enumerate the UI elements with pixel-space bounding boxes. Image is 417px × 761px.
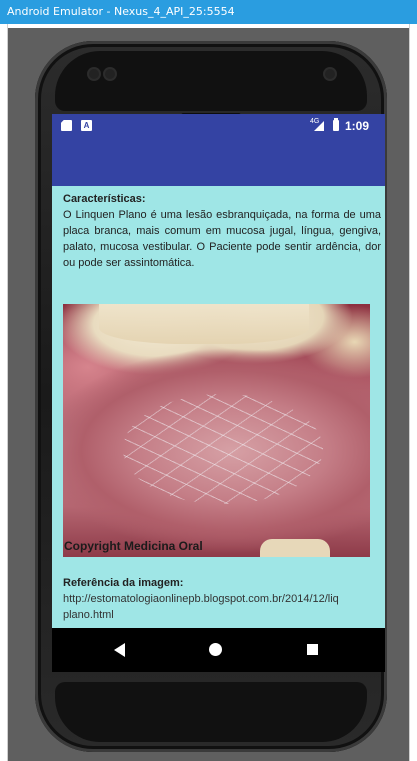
reference-url-cont[interactable]: plano.html — [63, 607, 385, 623]
emulator-right-edge — [409, 24, 417, 761]
home-icon[interactable] — [209, 643, 222, 656]
description-text: O Linquen Plano é uma lesão esbranquiçad… — [63, 209, 381, 269]
device-screen: A 4G 1:09 Características: O Linquen Pla… — [52, 114, 385, 672]
sensor-dot — [89, 69, 99, 79]
reference-title: Referência da imagem: — [63, 577, 184, 589]
recents-icon[interactable] — [307, 644, 318, 655]
section-title: Características: — [63, 193, 146, 205]
reference-url[interactable]: http://estomatologiaonlinepb.blogspot.co… — [63, 591, 385, 607]
content-area: Características: O Linquen Plano é uma l… — [63, 192, 381, 271]
back-icon[interactable] — [114, 643, 125, 657]
emulator-title: Android Emulator - Nexus_4_API_25:5554 — [7, 5, 235, 18]
emulator-left-edge — [0, 24, 8, 761]
a-icon: A — [81, 120, 92, 131]
battery-icon — [333, 118, 339, 131]
navigation-bar — [52, 628, 385, 672]
image-lesion-pattern — [123, 394, 323, 504]
phone-bottom-bezel — [55, 682, 367, 742]
emulator-title-bar[interactable]: Android Emulator - Nexus_4_API_25:5554 — [0, 0, 417, 24]
front-camera — [325, 69, 335, 79]
image-upper-teeth — [99, 304, 309, 344]
sd-card-icon — [61, 120, 72, 131]
status-bar: A 4G 1:09 — [52, 114, 385, 139]
signal-icon — [314, 121, 324, 131]
image-copyright-caption: Copyright Medicina Oral — [64, 539, 203, 553]
phone-top-bezel — [55, 51, 367, 111]
status-time: 1:09 — [345, 119, 370, 133]
lesion-image: Copyright Medicina Oral — [63, 304, 370, 557]
app-bar — [52, 139, 385, 186]
sensor-dot — [105, 69, 115, 79]
reference-block: Referência da imagem: http://estomatolog… — [63, 576, 385, 623]
image-lower-teeth — [260, 539, 330, 557]
